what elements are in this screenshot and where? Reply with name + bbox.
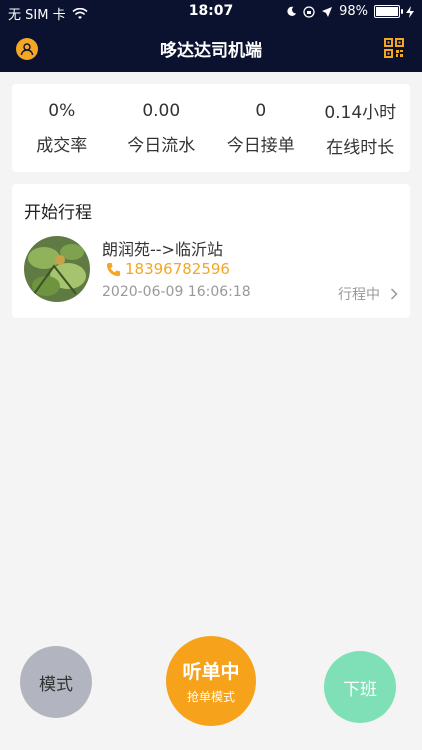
top-bar: 无 SIM 卡 18:07 98% 哆达达司机端 bbox=[0, 0, 422, 72]
charging-icon bbox=[406, 5, 414, 18]
stat-today-revenue: 0.00 今日流水 bbox=[112, 101, 212, 156]
location-arrow-icon bbox=[322, 6, 333, 17]
stat-label: 今日接单 bbox=[226, 135, 295, 156]
battery-percent: 98% bbox=[339, 4, 368, 19]
trip-status-text: 行程中 bbox=[338, 287, 380, 303]
trip-status: 行程中 bbox=[338, 284, 398, 304]
listening-button[interactable]: 听单中 抢单模式 bbox=[166, 636, 256, 726]
stat-today-orders: 0 今日接单 bbox=[211, 101, 311, 156]
stats-card: 0% 成交率 0.00 今日流水 0 今日接单 0.14小时 在线时长 bbox=[12, 84, 410, 172]
battery-level bbox=[376, 7, 398, 16]
stat-value: 0 bbox=[255, 100, 267, 121]
phone-icon bbox=[106, 262, 121, 276]
stat-value: 0.14小时 bbox=[324, 103, 397, 123]
moon-icon bbox=[287, 6, 297, 16]
listening-label: 听单中 bbox=[182, 661, 240, 683]
section-title: 开始行程 bbox=[24, 203, 92, 223]
status-right: 98% bbox=[286, 4, 414, 19]
stat-value: 0.00 bbox=[142, 100, 181, 121]
passenger-avatar bbox=[24, 236, 90, 302]
off-duty-label: 下班 bbox=[343, 679, 377, 700]
mode-button-label: 模式 bbox=[39, 674, 73, 695]
stat-value: 0% bbox=[48, 100, 76, 121]
stat-online-duration: 0.14小时 在线时长 bbox=[311, 98, 411, 158]
chevron-right-icon bbox=[390, 288, 398, 300]
stat-conversion-rate: 0% 成交率 bbox=[12, 101, 112, 156]
trip-card[interactable]: 开始行程 朗润苑-->临沂站 18396782596 2020-06-09 16… bbox=[12, 184, 410, 318]
phone-number: 18396782596 bbox=[125, 260, 230, 278]
stat-label: 今日流水 bbox=[127, 135, 196, 156]
plant-photo bbox=[24, 236, 90, 302]
app-header: 哆达达司机端 bbox=[0, 24, 422, 72]
trip-route: 朗润苑-->临沂站 bbox=[102, 240, 223, 259]
qr-code-icon[interactable] bbox=[384, 38, 404, 58]
status-bar: 无 SIM 卡 18:07 98% bbox=[0, 0, 422, 24]
stat-label: 在线时长 bbox=[326, 138, 395, 158]
page-title: 哆达达司机端 bbox=[160, 41, 262, 61]
passenger-phone[interactable]: 18396782596 bbox=[106, 260, 230, 278]
stat-label: 成交率 bbox=[36, 135, 88, 156]
rotation-lock-icon bbox=[303, 5, 315, 18]
off-duty-button[interactable]: 下班 bbox=[324, 651, 396, 723]
mode-button[interactable]: 模式 bbox=[20, 646, 92, 718]
grab-mode-label: 抢单模式 bbox=[186, 690, 235, 704]
battery-icon bbox=[374, 5, 403, 18]
trip-datetime: 2020-06-09 16:06:18 bbox=[102, 284, 251, 300]
